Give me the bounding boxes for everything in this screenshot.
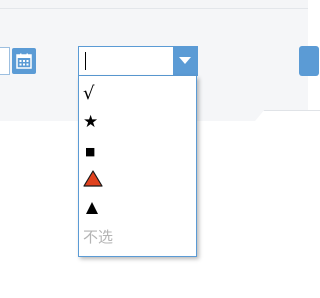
combobox-dropdown-button[interactable] [173,47,197,75]
chevron-down-icon [179,57,191,64]
option-black-triangle[interactable] [79,194,196,222]
calendar-icon [16,53,32,69]
action-button[interactable] [299,46,319,76]
calendar-button[interactable] [12,48,36,74]
symbol-combobox[interactable] [78,46,198,76]
option-none-label: 不选 [83,227,114,246]
option-red-triangle[interactable] [79,165,196,193]
date-input[interactable] [0,47,10,75]
option-none[interactable]: 不选 [79,222,196,250]
card-edge [251,110,320,125]
black-triangle-icon [86,202,98,214]
option-star[interactable]: ★ [79,108,196,136]
symbol-combobox-input[interactable] [79,47,177,75]
symbol-dropdown-list: √ ★ ■ 不选 [78,76,197,257]
check-mark-icon: √ [83,83,95,104]
black-square-icon: ■ [85,144,96,158]
black-star-icon: ★ [83,111,99,132]
option-check[interactable]: √ [79,80,196,108]
option-square[interactable]: ■ [79,137,196,165]
red-triangle-icon [83,170,103,187]
top-strip [0,0,308,9]
text-caret [85,52,86,70]
